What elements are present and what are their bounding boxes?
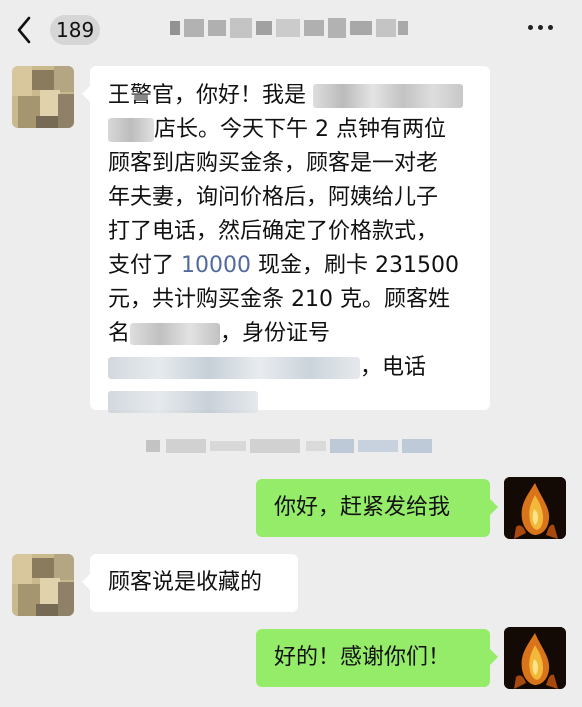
message-bubble-sent[interactable]: 好的！感谢你们！ — [256, 629, 498, 687]
system-note-redacted — [146, 439, 432, 453]
id-number-redacted — [108, 357, 360, 379]
avatar-redacted — [12, 554, 74, 616]
name-redacted — [108, 118, 154, 142]
highlighted-number[interactable]: 10000 — [181, 253, 251, 278]
my-avatar[interactable] — [504, 477, 566, 539]
chat-header: 189 — [0, 0, 582, 58]
back-button[interactable]: 189 — [14, 12, 102, 48]
phone-number-redacted — [108, 391, 258, 413]
message-bubble[interactable]: 王警官，你好！我是 店长。今天下午 2 点钟有两位 顾客到店购买金条，顾客是一对… — [82, 66, 490, 413]
message-bubble[interactable]: 顾客说是收藏的 — [82, 554, 298, 612]
fire-avatar-image — [504, 477, 566, 539]
more-options-button[interactable] — [526, 23, 556, 33]
more-horizontal-icon — [528, 25, 533, 30]
chat-title-redacted — [170, 18, 408, 38]
contact-avatar[interactable] — [12, 554, 74, 616]
chevron-left-icon — [17, 16, 31, 44]
avatar-redacted — [12, 66, 74, 128]
unread-count-badge: 189 — [50, 15, 101, 45]
fire-avatar-image — [504, 627, 566, 689]
contact-avatar[interactable] — [12, 66, 74, 128]
my-avatar[interactable] — [504, 627, 566, 689]
name-redacted — [313, 84, 464, 108]
customer-name-redacted — [130, 323, 221, 345]
message-bubble-sent[interactable]: 你好，赶紧发给我 — [256, 479, 498, 537]
